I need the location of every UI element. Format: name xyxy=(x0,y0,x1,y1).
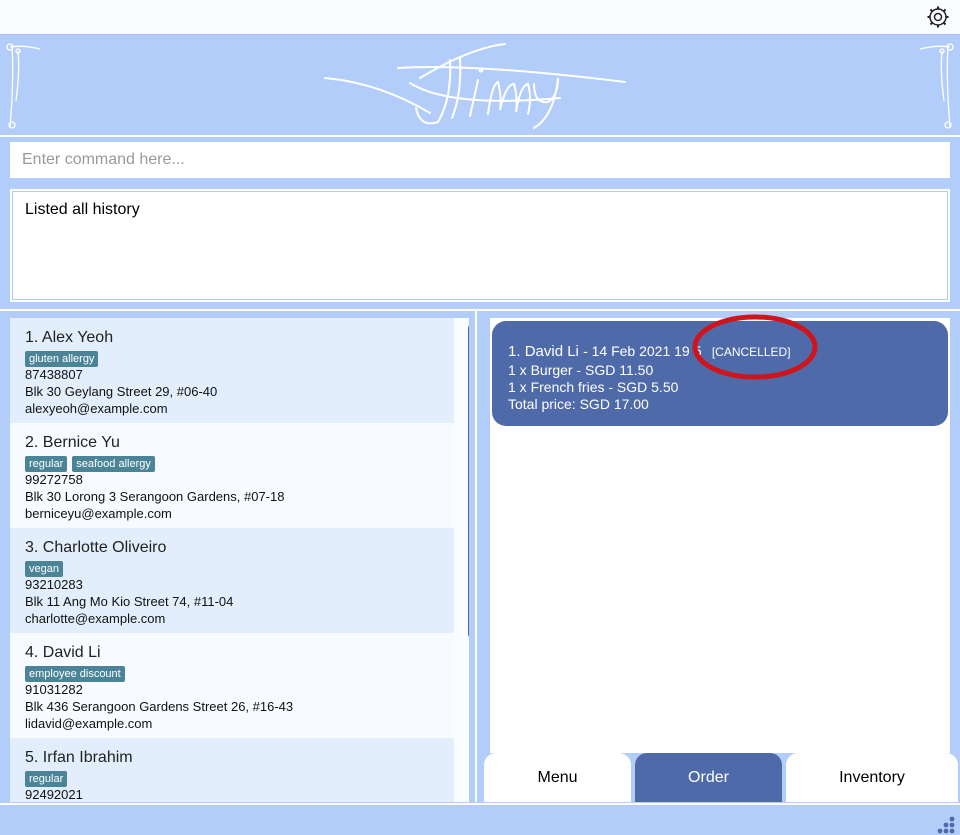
person-tag: vegan xyxy=(25,561,63,577)
person-list[interactable]: 1. Alex Yeoh gluten allergy 87438807 Blk… xyxy=(10,318,469,802)
person-card[interactable]: 2. Bernice Yu regular seafood allergy 992… xyxy=(10,423,454,528)
order-item: 1 x French fries - SGD 5.50 xyxy=(508,379,679,395)
scrollbar-thumb[interactable] xyxy=(468,324,469,638)
pane-divider xyxy=(0,309,960,311)
person-card[interactable]: 1. Alex Yeoh gluten allergy 87438807 Blk… xyxy=(10,318,454,423)
order-status-badge: [CANCELLED] xyxy=(711,345,791,359)
person-phone: 87438807 xyxy=(25,367,83,382)
resize-grip-icon[interactable] xyxy=(934,813,956,835)
person-name-row: 1. Alex Yeoh xyxy=(25,328,439,348)
person-email: alexyeoh@example.com xyxy=(25,401,168,416)
command-box[interactable] xyxy=(10,142,950,178)
person-tag: employee discount xyxy=(25,666,125,682)
person-phone: 91031282 xyxy=(25,682,83,697)
tab-inventory[interactable]: Inventory xyxy=(786,753,958,802)
corner-ornament-left xyxy=(6,43,41,129)
person-phone: 92492021 xyxy=(25,787,83,802)
person-card[interactable]: 3. Charlotte Oliveiro vegan 93210283 Blk… xyxy=(10,528,454,633)
corner-ornament-right xyxy=(919,43,954,129)
person-name: Alex Yeoh xyxy=(41,329,114,346)
person-index: 2. xyxy=(25,434,39,451)
person-email: berniceyu@example.com xyxy=(25,506,172,521)
person-email: charlotte@example.com xyxy=(25,611,166,626)
person-name: Bernice Yu xyxy=(42,434,120,451)
person-card[interactable]: 4. David Li employee discount 91031282 B… xyxy=(10,633,454,738)
banner xyxy=(0,35,960,137)
person-tags: gluten allergy xyxy=(25,349,439,367)
person-tags: employee discount xyxy=(25,664,439,682)
person-tag: regular xyxy=(25,771,68,787)
person-list-scrollbar[interactable] xyxy=(464,318,469,802)
person-tags: vegan xyxy=(25,559,439,577)
person-address: Blk 436 Serangoon Gardens Street 26, #16… xyxy=(25,699,294,714)
person-name-row: 4. David Li xyxy=(25,643,439,663)
result-display: Listed all history xyxy=(10,189,950,302)
person-card[interactable]: 5. Irfan Ibrahim regular 92492021 xyxy=(10,738,454,802)
person-name: Charlotte Oliveiro xyxy=(42,539,167,556)
jimy-logo xyxy=(324,43,626,129)
tab-order[interactable]: Order xyxy=(635,753,782,802)
order-date-suffix: 5 xyxy=(693,343,702,359)
order-date: - 14 Feb 2021 19 xyxy=(583,343,690,359)
person-tag: seafood allergy xyxy=(72,456,155,472)
status-bar xyxy=(0,803,960,835)
tab-menu[interactable]: Menu xyxy=(484,753,631,802)
person-index: 5. xyxy=(25,749,39,766)
person-tag: regular xyxy=(25,456,68,472)
person-name: Irfan Ibrahim xyxy=(42,749,133,766)
person-name-row: 5. Irfan Ibrahim xyxy=(25,748,439,768)
person-name-row: 3. Charlotte Oliveiro xyxy=(25,538,439,558)
person-tag: gluten allergy xyxy=(25,351,99,367)
top-bar xyxy=(0,0,960,35)
person-name: David Li xyxy=(42,644,101,661)
person-name-row: 2. Bernice Yu xyxy=(25,433,439,453)
person-email: lidavid@example.com xyxy=(25,716,153,731)
gear-icon[interactable] xyxy=(926,5,950,29)
result-message: Listed all history xyxy=(12,191,948,300)
order-customer: David Li xyxy=(524,343,579,360)
person-tags: regular seafood allergy xyxy=(25,454,439,472)
vertical-divider xyxy=(475,311,477,802)
tab-bar: Menu Order Inventory xyxy=(482,753,960,802)
order-total: Total price: SGD 17.00 xyxy=(508,396,649,412)
person-address: Blk 30 Lorong 3 Serangoon Gardens, #07-1… xyxy=(25,489,285,504)
person-phone: 99272758 xyxy=(25,472,83,487)
order-item: 1 x Burger - SGD 11.50 xyxy=(508,362,654,378)
person-phone: 93210283 xyxy=(25,577,83,592)
order-index: 1. xyxy=(508,343,521,360)
person-address: Blk 11 Ang Mo Kio Street 74, #11-04 xyxy=(25,594,234,609)
person-index: 1. xyxy=(25,329,39,346)
order-header: 1. David Li - 14 Feb 2021 19 5 [CANCELLE… xyxy=(508,341,932,362)
person-index: 3. xyxy=(25,539,39,556)
person-address: Blk 30 Geylang Street 29, #06-40 xyxy=(25,384,218,399)
order-list[interactable]: 1. David Li - 14 Feb 2021 19 5 [CANCELLE… xyxy=(490,318,950,753)
order-card[interactable]: 1. David Li - 14 Feb 2021 19 5 [CANCELLE… xyxy=(492,321,948,426)
command-input[interactable] xyxy=(10,142,950,178)
person-tags: regular xyxy=(25,769,439,787)
person-index: 4. xyxy=(25,644,39,661)
